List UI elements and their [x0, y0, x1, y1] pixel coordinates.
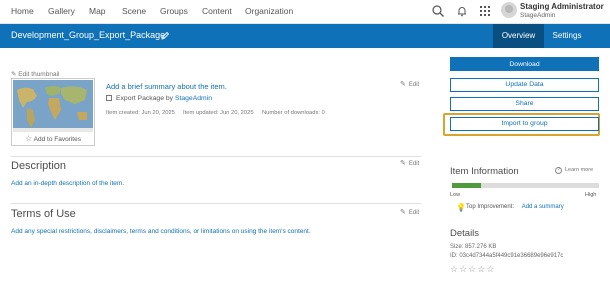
search-icon[interactable]	[431, 4, 445, 18]
edit-title-pencil-icon[interactable]	[160, 31, 170, 41]
star-icon[interactable]: ☆	[468, 264, 477, 274]
nav-scene[interactable]: Scene	[122, 6, 146, 16]
pencil-icon: ✎	[400, 81, 406, 88]
share-button[interactable]: Share	[450, 97, 599, 111]
add-terms-link[interactable]: Add any special restrictions, disclaimer…	[11, 228, 311, 235]
download-button[interactable]: Download	[450, 57, 599, 71]
divider	[11, 203, 421, 204]
user-username: StageAdmin	[520, 12, 556, 19]
learn-more-link[interactable]: ? Learn more	[555, 167, 593, 174]
progress-fill	[452, 183, 482, 188]
edit-thumbnail-label: Edit thumbnail	[18, 71, 60, 78]
star-icon: ☆	[25, 134, 33, 143]
rating-stars[interactable]: ☆☆☆☆☆	[450, 264, 495, 275]
item-information-progress-bar	[452, 183, 599, 188]
app-launcher-icon[interactable]	[478, 4, 492, 18]
add-description-link[interactable]: Add an in-depth description of the item.	[11, 180, 124, 187]
pencil-icon: ✎	[400, 160, 406, 167]
edit-terms-button[interactable]: ✎ Edit	[400, 208, 419, 216]
tab-overview[interactable]: Overview	[493, 24, 544, 48]
item-thumbnail: ☆ Add to Favorites	[11, 78, 95, 146]
nav-organization[interactable]: Organization	[245, 6, 293, 16]
pencil-icon: ✎	[400, 209, 406, 216]
add-to-favorites-button[interactable]: ☆ Add to Favorites	[12, 134, 94, 143]
edit-label: Edit	[408, 210, 420, 216]
edit-description-button[interactable]: ✎ Edit	[400, 159, 419, 167]
progress-high-label: High	[585, 192, 597, 198]
nav-groups[interactable]: Groups	[160, 6, 188, 16]
edit-thumbnail-link[interactable]: ✎ Edit thumbnail	[11, 70, 59, 78]
item-type-row: Export Package by StageAdmin	[106, 95, 212, 102]
top-improvement-label: Top Improvement:	[466, 204, 515, 210]
nav-gallery[interactable]: Gallery	[48, 6, 75, 16]
nav-home[interactable]: Home	[11, 6, 34, 16]
item-created: Item created: Jun 20, 2025	[106, 110, 175, 116]
owner-link[interactable]: StageAdmin	[175, 95, 212, 102]
item-type-label: Export Package by	[116, 95, 174, 102]
item-size: Size: 857.276 KB	[450, 244, 497, 250]
nav-content[interactable]: Content	[202, 6, 232, 16]
notification-bell-icon[interactable]	[455, 4, 469, 18]
edit-label: Edit	[408, 161, 420, 167]
lightbulb-icon: 💡	[456, 203, 466, 212]
update-data-button[interactable]: Update Data	[450, 78, 599, 92]
star-icon[interactable]: ☆	[450, 264, 459, 274]
top-nav: Home Gallery Map Scene Groups Content Or…	[0, 0, 610, 24]
item-title: Development_Group_Export_Package	[11, 30, 166, 40]
star-icon[interactable]: ☆	[459, 264, 468, 274]
help-icon: ?	[555, 167, 562, 174]
import-to-group-button[interactable]: Import to group	[450, 117, 599, 131]
world-map-thumbnail	[13, 80, 93, 132]
description-title: Description	[11, 160, 67, 172]
tab-settings[interactable]: Settings	[544, 24, 590, 48]
package-type-icon	[106, 95, 112, 101]
star-icon[interactable]: ☆	[477, 264, 486, 274]
add-a-summary-link[interactable]: Add a summary	[522, 204, 564, 210]
progress-low-label: Low	[450, 192, 461, 198]
learn-more-label: Learn more	[565, 167, 594, 173]
item-id: ID: 03c4d7344a5f449c91e36689e96e917c	[450, 253, 564, 259]
details-title: Details	[450, 228, 480, 239]
nav-map[interactable]: Map	[89, 6, 106, 16]
divider	[11, 156, 421, 157]
top-improvement-row: Top Improvement: Add a summary	[466, 204, 564, 210]
add-to-favorites-label: Add to Favorites	[33, 136, 81, 143]
star-icon[interactable]: ☆	[486, 264, 495, 274]
item-header: Development_Group_Export_Package Overvie…	[0, 24, 610, 48]
edit-summary-button[interactable]: ✎ Edit	[400, 80, 419, 88]
terms-of-use-title: Terms of Use	[11, 208, 76, 220]
item-updated: Item updated: Jun 20, 2025	[183, 110, 254, 116]
download-count: Number of downloads: 0	[262, 110, 325, 116]
item-information-title: Item Information	[450, 166, 519, 177]
edit-label: Edit	[408, 82, 420, 88]
user-avatar[interactable]	[501, 2, 517, 18]
user-name[interactable]: Staging Administrator	[520, 2, 604, 11]
add-summary-link[interactable]: Add a brief summary about the item.	[106, 82, 227, 91]
